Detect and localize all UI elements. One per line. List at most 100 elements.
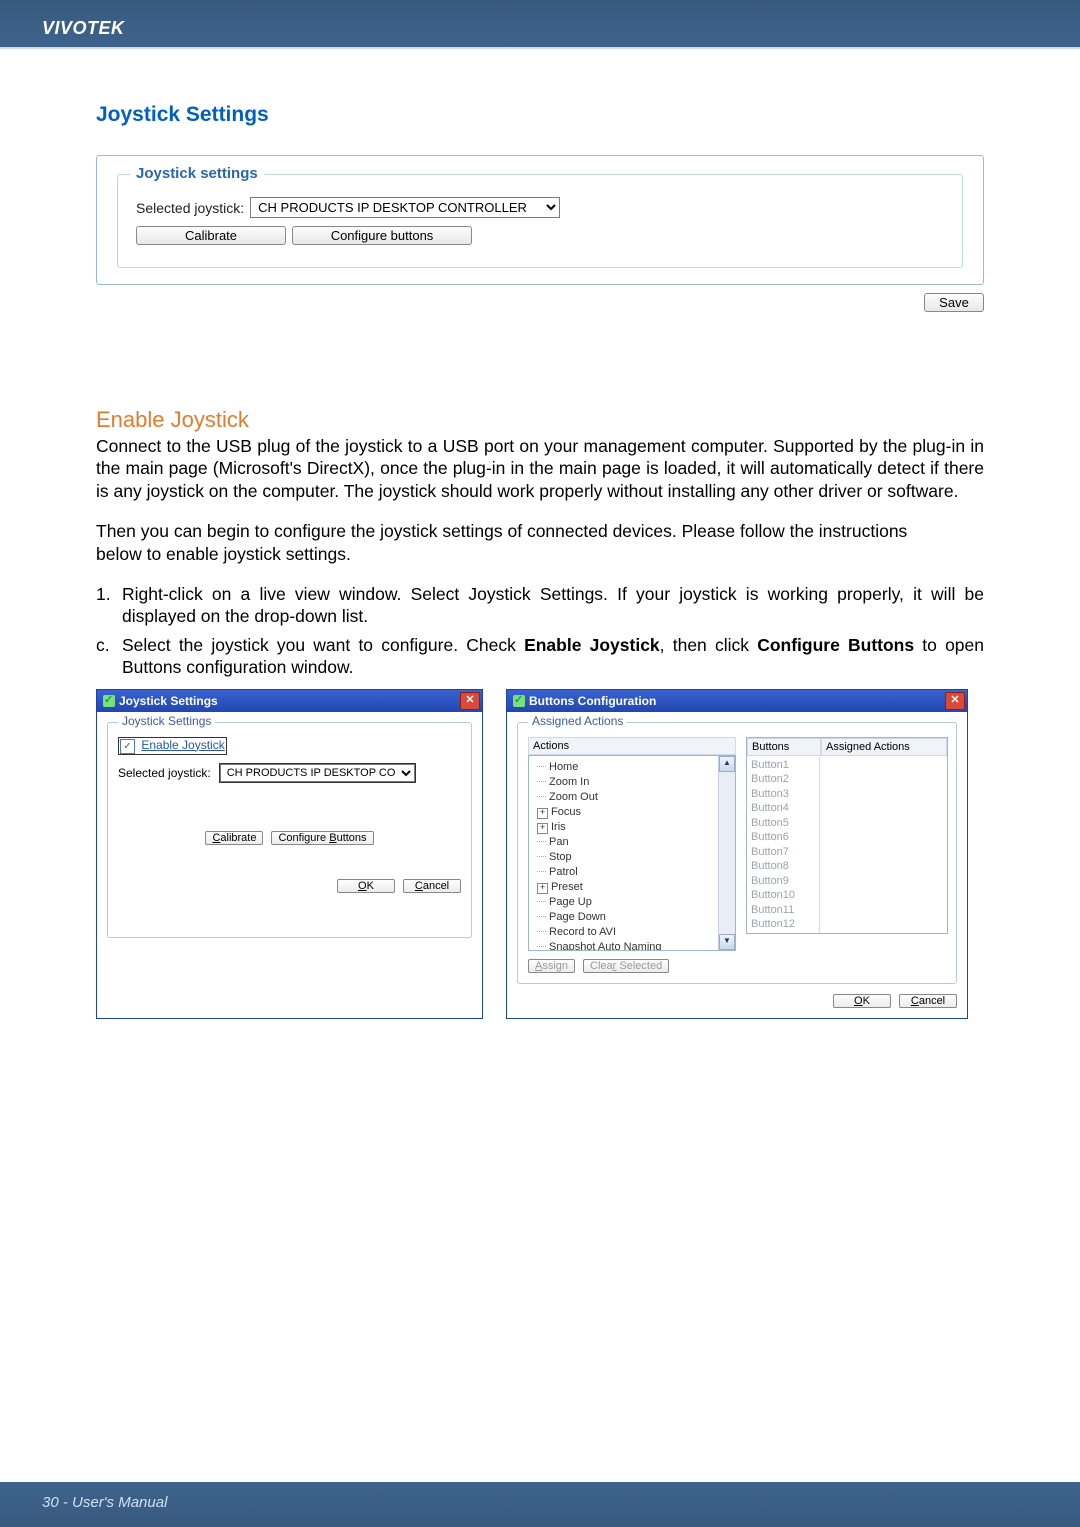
inner-legend: Joystick Settings — [118, 714, 215, 728]
tree-item[interactable]: +Preset — [537, 880, 735, 895]
steps-list: 1. Right-click on a live view window. Se… — [96, 583, 984, 679]
buttons-configuration-window: Buttons Configuration ✕ Assigned Actions… — [506, 689, 968, 1019]
step-1: 1. Right-click on a live view window. Se… — [96, 583, 984, 628]
cancel-button[interactable]: Cancel — [403, 879, 461, 893]
tree-item[interactable]: Stop — [537, 850, 735, 865]
assigned-actions-header: Assigned Actions — [821, 738, 947, 756]
enable-joystick-p2b: below to enable joystick settings. — [96, 543, 984, 565]
table-row[interactable]: Button9 — [751, 874, 815, 889]
assign-button[interactable]: Assign — [528, 959, 575, 973]
section-title: Joystick Settings — [96, 103, 984, 127]
tree-connector — [537, 841, 546, 842]
tree-connector — [537, 796, 546, 797]
tree-item[interactable]: Page Up — [537, 895, 735, 910]
step-c: c. Select the joystick you want to confi… — [96, 634, 984, 679]
tree-item[interactable]: Home — [537, 760, 735, 775]
tree-item[interactable]: Page Down — [537, 910, 735, 925]
enable-joystick-link[interactable]: Enable Joystick — [141, 738, 224, 752]
table-row[interactable]: Button2 — [751, 772, 815, 787]
tree-item[interactable]: Patrol — [537, 865, 735, 880]
enable-joystick-heading: Enable Joystick — [96, 407, 984, 433]
app-icon — [513, 695, 525, 707]
page-header: VIVOTEK — [0, 0, 1080, 47]
selected-joystick-dropdown[interactable]: CH PRODUCTS IP DESKTOP CONTROLLER — [250, 197, 560, 218]
tree-connector — [537, 931, 546, 932]
table-row[interactable]: Button6 — [751, 830, 815, 845]
selected-joystick-label-2: Selected joystick: — [118, 766, 211, 780]
table-row[interactable]: Button5 — [751, 816, 815, 831]
tree-item-label: Zoom In — [549, 776, 589, 788]
tree-item[interactable]: +Focus — [537, 805, 735, 820]
brand: VIVOTEK — [42, 18, 125, 38]
tree-connector — [537, 781, 546, 782]
configure-buttons-button-2[interactable]: Configure Buttons — [271, 831, 373, 845]
calibrate-button-2[interactable]: Calibrate — [205, 831, 263, 845]
table-row[interactable]: Button11 — [751, 903, 815, 918]
joystick-settings-fieldset: Joystick settings Selected joystick: CH … — [117, 174, 963, 268]
tree-item-label: Preset — [551, 881, 583, 893]
table-row[interactable]: Button1 — [751, 758, 815, 773]
joystick-settings-window: Joystick Settings ✕ Joystick Settings ✓ … — [96, 689, 483, 1019]
table-row[interactable]: Button3 — [751, 787, 815, 802]
save-button[interactable]: Save — [924, 293, 984, 312]
scrollbar[interactable]: ▲ ▼ — [718, 756, 735, 950]
scroll-down-icon[interactable]: ▼ — [719, 934, 735, 950]
tree-item-label: Pan — [549, 836, 569, 848]
tree-item[interactable]: Record to AVI — [537, 925, 735, 940]
enable-joystick-p2: Then you can begin to configure the joys… — [96, 520, 984, 542]
tree-item-label: Home — [549, 761, 578, 773]
actions-header: Actions — [528, 737, 736, 755]
joystick-settings-panel: Joystick settings Selected joystick: CH … — [96, 155, 984, 285]
tree-connector — [537, 856, 546, 857]
ok-button[interactable]: OK — [337, 879, 395, 893]
table-row[interactable]: Button7 — [751, 845, 815, 860]
actions-tree[interactable]: ▲ ▼ Home Zoom In Zoom Out +Focus+IrisPan Sto… — [528, 755, 736, 951]
tree-connector — [537, 916, 546, 917]
window-title-b: Buttons Configuration — [529, 694, 941, 708]
expand-icon[interactable]: + — [537, 883, 548, 894]
assigned-actions-fieldset: Assigned Actions Actions ▲ ▼ Home Zoom In… — [517, 722, 957, 984]
selected-joystick-dropdown-2[interactable]: CH PRODUCTS IP DESKTOP CON — [220, 764, 415, 782]
ok-button-b[interactable]: OK — [833, 994, 891, 1008]
close-icon[interactable]: ✕ — [945, 692, 965, 710]
tree-item[interactable]: +Iris — [537, 820, 735, 835]
scroll-up-icon[interactable]: ▲ — [719, 756, 735, 772]
tree-item-label: Page Down — [549, 911, 606, 923]
enable-joystick-field[interactable]: ✓ Enable Joystick — [118, 737, 227, 755]
table-row[interactable]: Button4 — [751, 801, 815, 816]
window-title: Joystick Settings — [119, 694, 456, 708]
enable-joystick-p1: Connect to the USB plug of the joystick … — [96, 435, 984, 502]
screenshot-row: Joystick Settings ✕ Joystick Settings ✓ … — [96, 689, 984, 1019]
tree-connector — [537, 946, 546, 947]
tree-connector — [537, 871, 546, 872]
tree-item[interactable]: Snapshot Auto Naming — [537, 940, 735, 951]
tree-item-label: Stop — [549, 851, 572, 863]
window-titlebar[interactable]: Joystick Settings ✕ — [97, 690, 482, 712]
expand-icon[interactable]: + — [537, 808, 548, 819]
table-row[interactable]: Button10 — [751, 888, 815, 903]
enable-joystick-checkbox[interactable]: ✓ — [120, 739, 135, 754]
assigned-actions-legend: Assigned Actions — [528, 714, 627, 728]
expand-icon[interactable]: + — [537, 823, 548, 834]
buttons-table[interactable]: Buttons Assigned Actions Button1Button2B… — [746, 737, 948, 934]
calibrate-button[interactable]: Calibrate — [136, 226, 286, 245]
tree-item[interactable]: Pan — [537, 835, 735, 850]
window-titlebar-b[interactable]: Buttons Configuration ✕ — [507, 690, 967, 712]
clear-selected-button[interactable]: Clear Selected — [583, 959, 669, 973]
close-icon[interactable]: ✕ — [460, 692, 480, 710]
table-row[interactable]: Button8 — [751, 859, 815, 874]
tree-item-label: Zoom Out — [549, 791, 598, 803]
tree-item[interactable]: Zoom In — [537, 775, 735, 790]
configure-buttons-button[interactable]: Configure buttons — [292, 226, 472, 245]
table-row[interactable]: Button12 — [751, 917, 815, 932]
tree-item-label: Record to AVI — [549, 926, 616, 938]
fieldset-legend: Joystick settings — [130, 165, 264, 182]
cancel-button-b[interactable]: Cancel — [899, 994, 957, 1008]
tree-item-label: Page Up — [549, 896, 592, 908]
tree-item[interactable]: Zoom Out — [537, 790, 735, 805]
buttons-list[interactable]: Button1Button2Button3Button4Button5Butto… — [747, 756, 820, 933]
selected-joystick-field-2[interactable]: CH PRODUCTS IP DESKTOP CON — [219, 763, 416, 783]
page-content: Joystick Settings Joystick settings Sele… — [0, 49, 1080, 1019]
joystick-settings-inner-fieldset: Joystick Settings ✓ Enable Joystick Sele… — [107, 722, 472, 938]
tree-connector — [537, 766, 546, 767]
